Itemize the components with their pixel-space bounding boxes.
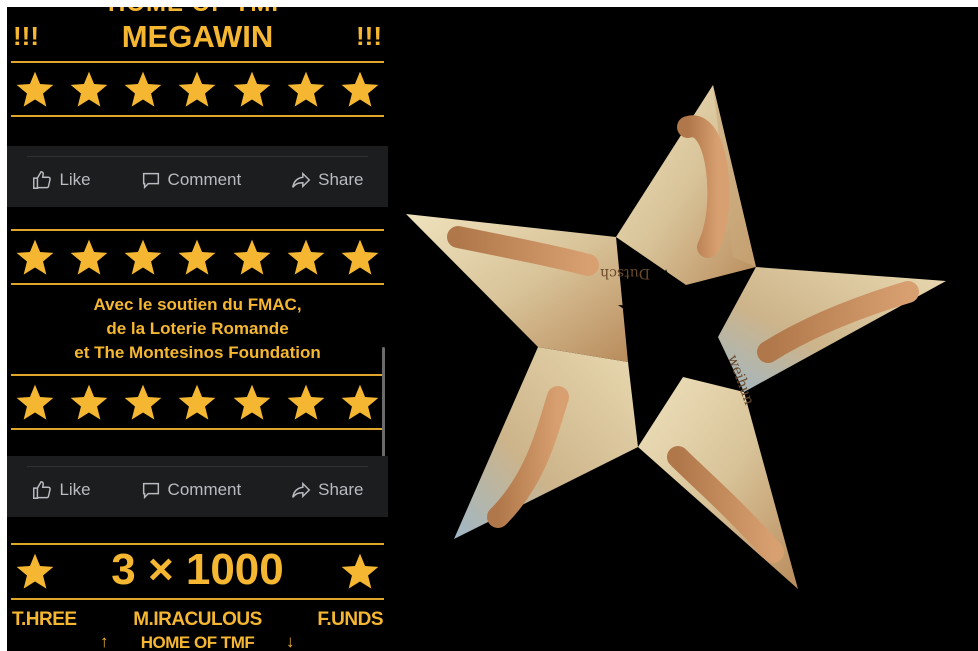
comment-button[interactable]: Comment	[134, 163, 248, 197]
support-line-2: de la Loterie Romande	[106, 319, 289, 338]
like-button[interactable]: Like	[25, 163, 96, 197]
star-icon	[16, 71, 54, 107]
star-icon	[287, 384, 325, 420]
star-icon	[70, 239, 108, 275]
star-arm-bottom-right	[638, 377, 798, 589]
star-icon	[341, 553, 379, 589]
star-icon	[16, 384, 54, 420]
divider	[11, 61, 384, 63]
word-funds: F.UNDS	[317, 609, 383, 630]
divider	[11, 229, 384, 231]
share-label: Share	[318, 479, 364, 499]
star-icon	[341, 239, 379, 275]
thumbs-up-icon	[33, 170, 52, 189]
arrow-down: ↓	[286, 632, 295, 651]
support-line-1: Avec le soutien du FMAC,	[93, 295, 302, 314]
prize-amount: 3 × 1000	[111, 545, 284, 594]
star-arm-bottom-left	[454, 347, 638, 539]
star-icon	[341, 384, 379, 420]
star-icon	[341, 71, 379, 107]
star-icon	[70, 384, 108, 420]
origami-star-photo: Dutsch weihun	[388, 7, 978, 651]
megawin-title: MEGAWIN	[121, 19, 274, 54]
support-line-3: et The Montesinos Foundation	[74, 343, 321, 362]
comment-label: Comment	[167, 169, 242, 189]
star-icon	[287, 71, 325, 107]
star-row-1	[14, 69, 381, 111]
divider	[11, 374, 384, 376]
share-icon	[292, 171, 311, 188]
star-icon	[233, 384, 270, 420]
star-icon	[233, 71, 270, 107]
origami-star-image: Dutsch weihun	[406, 85, 946, 589]
divider	[11, 598, 384, 600]
action-bar-2: Like Comment Share	[7, 456, 388, 517]
star-arm-left	[406, 214, 628, 362]
comment-icon	[142, 172, 159, 189]
star-icon	[124, 384, 162, 420]
comment-icon	[142, 482, 159, 499]
top-cut-text: HOME OF TMF	[7, 7, 388, 18]
share-button[interactable]: Share	[284, 163, 369, 197]
star-icon	[70, 71, 108, 107]
share-label: Share	[318, 169, 364, 189]
like-label: Like	[59, 169, 91, 189]
star-arm-right	[718, 267, 946, 392]
note-text: Dutsch	[600, 265, 650, 281]
divider	[11, 283, 384, 285]
divider	[11, 428, 384, 430]
action-bar-1: Like Comment Share	[7, 146, 388, 207]
like-button[interactable]: Like	[25, 473, 96, 507]
star-icon	[124, 239, 162, 275]
bang-right: !!!	[356, 21, 382, 51]
divider	[11, 115, 384, 117]
star-icon	[179, 384, 216, 420]
star-icon	[16, 239, 54, 275]
star-icon	[287, 239, 325, 275]
comment-label: Comment	[167, 479, 242, 499]
center-hole	[618, 269, 720, 367]
share-icon	[292, 481, 311, 498]
star-row-2	[14, 237, 381, 279]
facebook-post-screenshot: HOME OF TMF !!! MEGAWIN !!! Like Comment…	[7, 7, 388, 651]
star-row-3	[14, 382, 381, 424]
bottom-home-line: HOME OF TMF	[140, 633, 255, 651]
star-icon	[179, 239, 216, 275]
star-icon	[124, 71, 162, 107]
star-icon	[179, 71, 216, 107]
like-label: Like	[59, 479, 91, 499]
star-icon	[233, 239, 270, 275]
star-arm-top	[616, 85, 756, 285]
support-text: Avec le soutien du FMAC, de la Loterie R…	[7, 293, 388, 365]
comment-button[interactable]: Comment	[134, 473, 248, 507]
share-button[interactable]: Share	[284, 473, 369, 507]
thumbs-up-icon	[33, 480, 52, 499]
